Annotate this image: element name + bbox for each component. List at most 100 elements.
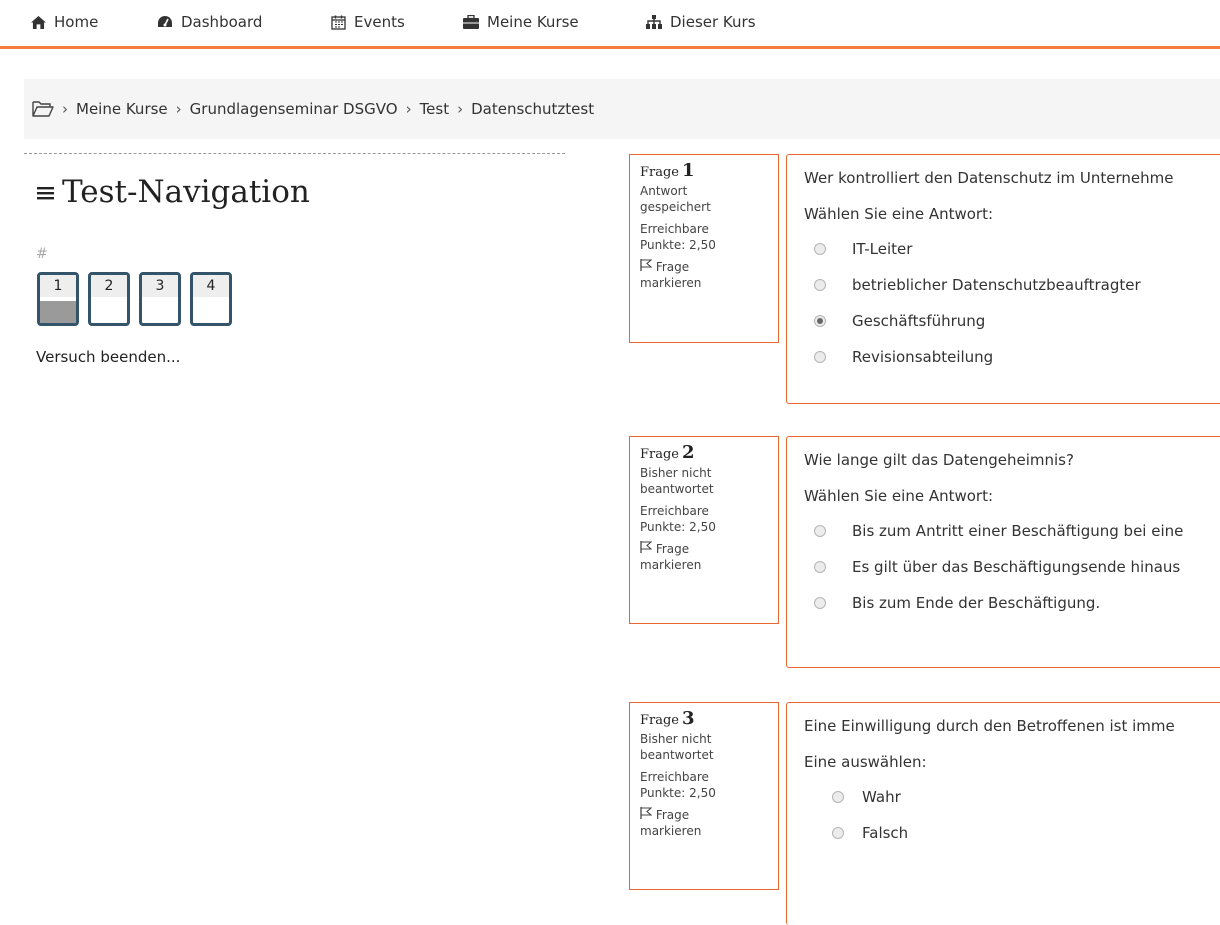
answered-indicator bbox=[40, 301, 76, 323]
question-number: Frage 2 bbox=[640, 442, 768, 463]
answer-label: Bis zum Antritt einer Beschäftigung bei … bbox=[852, 522, 1184, 540]
radio-button[interactable] bbox=[832, 827, 844, 839]
answer-option[interactable]: Revisionsabteilung bbox=[814, 339, 1220, 375]
question-number: Frage 3 bbox=[640, 708, 768, 729]
answer-option[interactable]: Wahr bbox=[832, 779, 1220, 815]
answer-option[interactable]: IT-Leiter bbox=[814, 231, 1220, 267]
question-points: Erreichbare Punkte: 2,50 bbox=[640, 503, 768, 535]
points-line: Erreichbare bbox=[640, 770, 709, 784]
breadcrumb-link-course[interactable]: Grundlagenseminar DSGVO bbox=[190, 100, 398, 118]
quiz-nav-button-2[interactable]: 2 bbox=[88, 272, 130, 326]
status-line: gespeichert bbox=[640, 200, 711, 214]
nav-home[interactable]: Home bbox=[30, 13, 98, 31]
status-line: beantwortet bbox=[640, 482, 714, 496]
quiz-nav-button-number: 1 bbox=[40, 275, 76, 297]
nav-my-courses[interactable]: Meine Kurse bbox=[463, 13, 579, 31]
radio-button[interactable] bbox=[814, 279, 826, 291]
breadcrumb-link-my-courses[interactable]: Meine Kurse bbox=[76, 100, 168, 118]
points-line: Punkte: 2,50 bbox=[640, 786, 716, 800]
answer-label: Revisionsabteilung bbox=[852, 348, 994, 366]
flag-label: Frage bbox=[655, 260, 690, 274]
status-line: beantwortet bbox=[640, 748, 714, 762]
quiz-nav-button-number: 3 bbox=[142, 275, 178, 297]
flag-question-link[interactable]: Frage markieren bbox=[640, 541, 768, 573]
flag-label: markieren bbox=[640, 276, 702, 290]
answer-option[interactable]: Es gilt über das Beschäftigungsende hina… bbox=[814, 549, 1220, 585]
question-number-value: 2 bbox=[682, 442, 695, 463]
divider bbox=[24, 153, 565, 154]
flag-icon bbox=[640, 541, 653, 556]
radio-button[interactable] bbox=[814, 351, 826, 363]
briefcase-icon bbox=[463, 14, 479, 30]
answer-options: Bis zum Antritt einer Beschäftigung bei … bbox=[804, 513, 1220, 621]
flag-icon bbox=[640, 807, 653, 822]
radio-button[interactable] bbox=[814, 561, 826, 573]
flag-question-link[interactable]: Frage markieren bbox=[640, 259, 768, 291]
quiz-nav-title: Test-Navigation bbox=[36, 174, 310, 210]
radio-button[interactable] bbox=[814, 243, 826, 255]
question-label: Frage bbox=[640, 165, 679, 180]
flag-label: markieren bbox=[640, 824, 702, 838]
answer-option[interactable]: Geschäftsführung bbox=[814, 303, 1220, 339]
breadcrumb: › Meine Kurse › Grundlagenseminar DSGVO … bbox=[24, 79, 1220, 139]
radio-button[interactable] bbox=[814, 597, 826, 609]
nav-home-label: Home bbox=[54, 13, 99, 31]
folder-open-icon[interactable] bbox=[32, 101, 54, 117]
points-line: Erreichbare bbox=[640, 222, 709, 236]
quiz-nav-button-number: 4 bbox=[193, 275, 229, 297]
answer-label: IT-Leiter bbox=[852, 240, 913, 258]
quiz-nav-title-text: Test-Navigation bbox=[62, 174, 310, 210]
nav-events-label: Events bbox=[354, 13, 405, 31]
answer-label: Wahr bbox=[862, 788, 901, 806]
breadcrumb-separator: › bbox=[405, 100, 412, 118]
breadcrumb-separator: › bbox=[457, 100, 464, 118]
answer-option[interactable]: Bis zum Ende der Beschäftigung. bbox=[814, 585, 1220, 621]
question-text: Wer kontrolliert den Datenschutz im Unte… bbox=[804, 169, 1174, 187]
quiz-nav-button-3[interactable]: 3 bbox=[139, 272, 181, 326]
radio-button[interactable] bbox=[814, 525, 826, 537]
question-content-2: Wie lange gilt das Datengeheimnis? Wähle… bbox=[786, 436, 1220, 668]
points-line: Punkte: 2,50 bbox=[640, 238, 716, 252]
answer-label: Bis zum Ende der Beschäftigung. bbox=[852, 594, 1101, 612]
quiz-nav-button-4[interactable]: 4 bbox=[190, 272, 232, 326]
quiz-nav-button-1[interactable]: 1 bbox=[37, 272, 79, 326]
nav-dashboard-label: Dashboard bbox=[181, 13, 263, 31]
answer-prompt: Eine auswählen: bbox=[804, 753, 927, 771]
sitemap-icon bbox=[646, 14, 662, 30]
answer-option[interactable]: Bis zum Antritt einer Beschäftigung bei … bbox=[814, 513, 1220, 549]
radio-button[interactable] bbox=[832, 791, 844, 803]
answer-label: Geschäftsführung bbox=[852, 312, 986, 330]
question-number-value: 3 bbox=[682, 708, 695, 729]
hamburger-icon[interactable] bbox=[36, 184, 56, 200]
nav-dashboard[interactable]: Dashboard bbox=[157, 13, 262, 31]
points-line: Punkte: 2,50 bbox=[640, 520, 716, 534]
question-number-value: 1 bbox=[682, 160, 695, 181]
quiz-nav-button-number: 2 bbox=[91, 275, 127, 297]
answer-label: Falsch bbox=[862, 824, 909, 842]
calendar-icon bbox=[330, 14, 346, 30]
nav-this-course-label: Dieser Kurs bbox=[670, 13, 756, 31]
question-label: Frage bbox=[640, 713, 679, 728]
top-navbar: Home Dashboard Events Meine Kurse Dieser… bbox=[0, 0, 1220, 49]
question-label: Frage bbox=[640, 447, 679, 462]
question-content-1: Wer kontrolliert den Datenschutz im Unte… bbox=[786, 154, 1220, 404]
answer-options: Wahr Falsch bbox=[804, 779, 1220, 851]
breadcrumb-separator: › bbox=[62, 100, 68, 118]
answer-option[interactable]: Falsch bbox=[832, 815, 1220, 851]
question-content-3: Eine Einwilligung durch den Betroffenen … bbox=[786, 702, 1220, 925]
question-info-2: Frage 2 Bisher nicht beantwortet Erreichba… bbox=[629, 436, 779, 624]
flag-icon bbox=[640, 259, 653, 274]
flag-question-link[interactable]: Frage markieren bbox=[640, 807, 768, 839]
question-status: Antwort gespeichert bbox=[640, 183, 768, 215]
answer-prompt: Wählen Sie eine Antwort: bbox=[804, 487, 994, 505]
answer-option[interactable]: betrieblicher Datenschutzbeauftragter bbox=[814, 267, 1220, 303]
radio-button-selected[interactable] bbox=[814, 315, 826, 327]
question-info-1: Frage 1 Antwort gespeichert Erreichbare Pun… bbox=[629, 154, 779, 343]
breadcrumb-separator: › bbox=[175, 100, 182, 118]
question-number: Frage 1 bbox=[640, 160, 768, 181]
breadcrumb-link-test[interactable]: Test bbox=[420, 100, 450, 118]
nav-this-course[interactable]: Dieser Kurs bbox=[646, 13, 756, 31]
nav-events[interactable]: Events bbox=[330, 13, 405, 31]
finish-attempt-link[interactable]: Versuch beenden... bbox=[36, 348, 180, 366]
breadcrumb-link-quiz[interactable]: Datenschutztest bbox=[471, 100, 594, 118]
